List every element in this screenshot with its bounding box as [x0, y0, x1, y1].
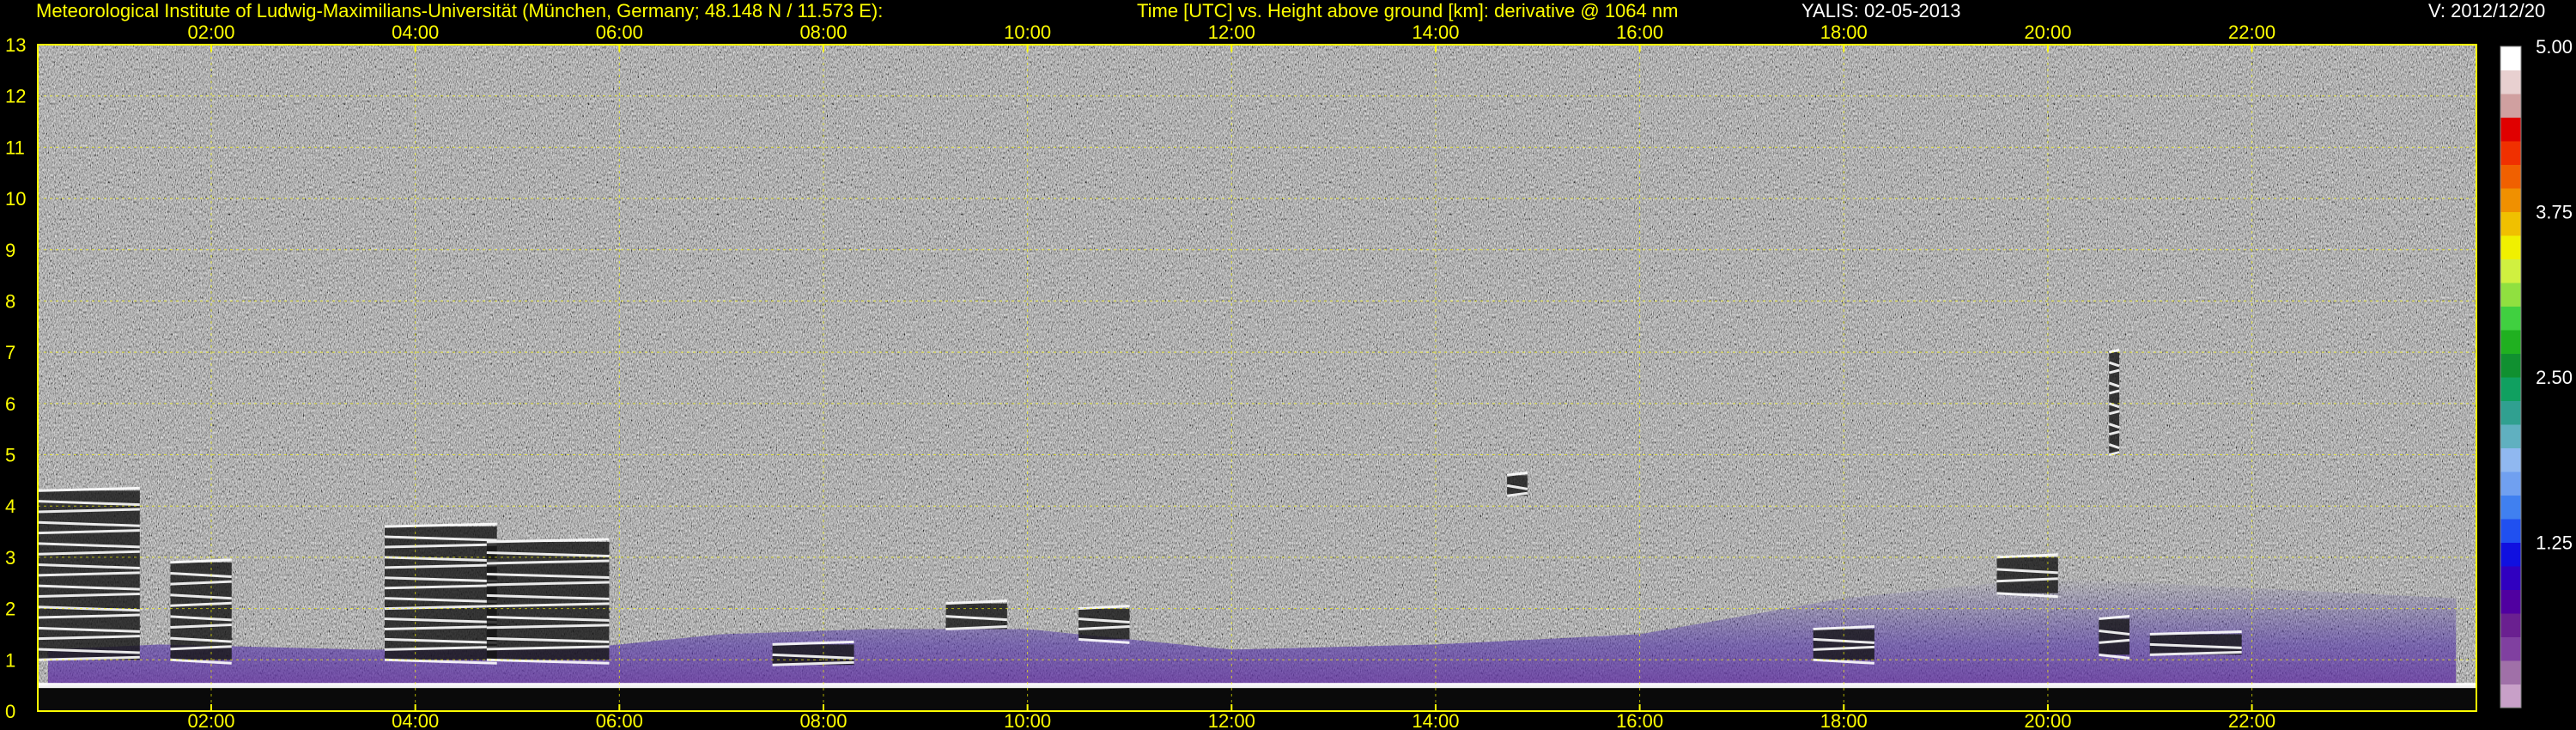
cloud-patch — [2149, 630, 2242, 656]
colorbar-swatch — [2500, 141, 2521, 165]
colorbar-swatch — [2500, 235, 2521, 259]
x-tick-label-bottom: 12:00 — [1208, 710, 1255, 730]
x-tick-label-top: 06:00 — [596, 21, 643, 43]
colorbar-swatch — [2500, 471, 2521, 496]
cloud-patch — [486, 538, 610, 665]
x-tick-label-bottom: 18:00 — [1820, 710, 1868, 730]
colorbar-swatch — [2500, 684, 2521, 709]
x-tick-label-top: 04:00 — [392, 21, 439, 43]
y-tick-label: 0 — [5, 701, 15, 722]
colorbar-swatch — [2500, 660, 2521, 684]
cloud-patch-shadow — [1813, 629, 1874, 660]
colorbar-swatch — [2500, 117, 2521, 142]
colorbar-swatch — [2500, 542, 2521, 567]
y-tick-label: 11 — [5, 137, 25, 158]
colorbar-swatch — [2500, 566, 2521, 590]
cloud-patch — [384, 522, 497, 665]
x-tick-label-bottom: 20:00 — [2024, 710, 2071, 730]
y-tick-label: 7 — [5, 342, 15, 363]
x-tick-label-top: 18:00 — [1820, 21, 1868, 43]
y-tick-label: 12 — [5, 86, 26, 107]
cloud-patch-shadow — [1078, 608, 1130, 640]
surface-layer — [38, 685, 2476, 711]
cloud-patch — [772, 640, 854, 666]
cloud-patch — [1996, 553, 2058, 599]
colorbar-swatch — [2500, 495, 2521, 520]
cloud-patch-shadow — [2099, 618, 2129, 655]
colorbar-swatch — [2500, 259, 2521, 283]
y-tick-label: 3 — [5, 547, 15, 569]
x-tick-label-top: 10:00 — [1004, 21, 1051, 43]
x-tick-label-top: 02:00 — [187, 21, 234, 43]
cloud-patch — [1078, 605, 1130, 644]
colorbar-swatch — [2500, 211, 2521, 236]
y-tick-label: 6 — [5, 393, 15, 415]
colorbar-tick-label: 5.00 — [2536, 36, 2573, 58]
x-tick-label-top: 08:00 — [799, 21, 847, 43]
y-tick-label: 1 — [5, 649, 15, 671]
colorbar-tick-label: 1.25 — [2536, 532, 2573, 554]
cloud-patch — [170, 558, 232, 665]
colorbar-tick-label: 2.50 — [2536, 367, 2573, 388]
surface-layer-edge — [38, 683, 2476, 689]
x-tick-label-bottom: 22:00 — [2228, 710, 2275, 730]
colorbar-swatch — [2500, 636, 2521, 661]
cloud-patch-shadow — [1996, 557, 2058, 593]
x-tick-label-bottom: 08:00 — [799, 710, 847, 730]
x-tick-label-top: 22:00 — [2228, 21, 2275, 43]
colorbar-swatch — [2500, 94, 2521, 118]
lidar-chart: Meteorological Institute of Ludwig-Maxim… — [0, 0, 2576, 730]
x-tick-label-top: 20:00 — [2024, 21, 2071, 43]
colorbar-swatch — [2500, 164, 2521, 189]
colorbar-tick-label: 3.75 — [2536, 202, 2573, 223]
colorbar-swatch — [2500, 589, 2521, 614]
colorbar-swatch — [2500, 306, 2521, 331]
colorbar-swatch — [2500, 353, 2521, 378]
cloud-patch — [945, 599, 1007, 630]
y-tick-label: 13 — [5, 34, 26, 56]
cloud-patch — [2099, 615, 2130, 660]
x-tick-label-top: 16:00 — [1616, 21, 1663, 43]
x-tick-label-top: 12:00 — [1208, 21, 1255, 43]
y-tick-label: 2 — [5, 599, 15, 620]
x-tick-label-bottom: 06:00 — [596, 710, 643, 730]
x-tick-label-bottom: 14:00 — [1412, 710, 1459, 730]
y-tick-label: 9 — [5, 240, 15, 261]
x-tick-label-bottom: 10:00 — [1004, 710, 1051, 730]
x-tick-label-bottom: 04:00 — [392, 710, 439, 730]
cloud-patch — [2108, 348, 2120, 456]
cloud-patch — [1506, 471, 1528, 497]
colorbar-swatch — [2500, 377, 2521, 401]
colorbar-swatch — [2500, 613, 2521, 637]
y-tick-label: 8 — [5, 290, 15, 312]
colorbar-swatch — [2500, 400, 2521, 425]
x-tick-label-bottom: 16:00 — [1616, 710, 1663, 730]
x-tick-label-bottom: 02:00 — [187, 710, 234, 730]
colorbar-swatch — [2500, 283, 2521, 307]
y-tick-label: 5 — [5, 445, 15, 466]
colorbar-swatch — [2500, 330, 2521, 354]
y-tick-label: 4 — [5, 496, 15, 517]
chart-svg: 02:00 02:00 04:00 04:00 06:00 06:00 08:00 08:00… — [5, 21, 2573, 730]
colorbar-swatch — [2500, 424, 2521, 448]
colorbar-swatch — [2500, 70, 2521, 94]
cloud-patch — [1813, 624, 1874, 665]
colorbar: 1.25 2.50 3.75 5.00 — [2500, 36, 2573, 709]
colorbar-swatch — [2500, 519, 2521, 543]
colorbar-swatch — [2500, 188, 2521, 212]
x-tick-label-top: 14:00 — [1412, 21, 1459, 43]
cloud-patch — [38, 486, 140, 661]
colorbar-swatch — [2500, 46, 2521, 70]
y-tick-label: 10 — [5, 188, 26, 210]
colorbar-swatch — [2500, 447, 2521, 472]
